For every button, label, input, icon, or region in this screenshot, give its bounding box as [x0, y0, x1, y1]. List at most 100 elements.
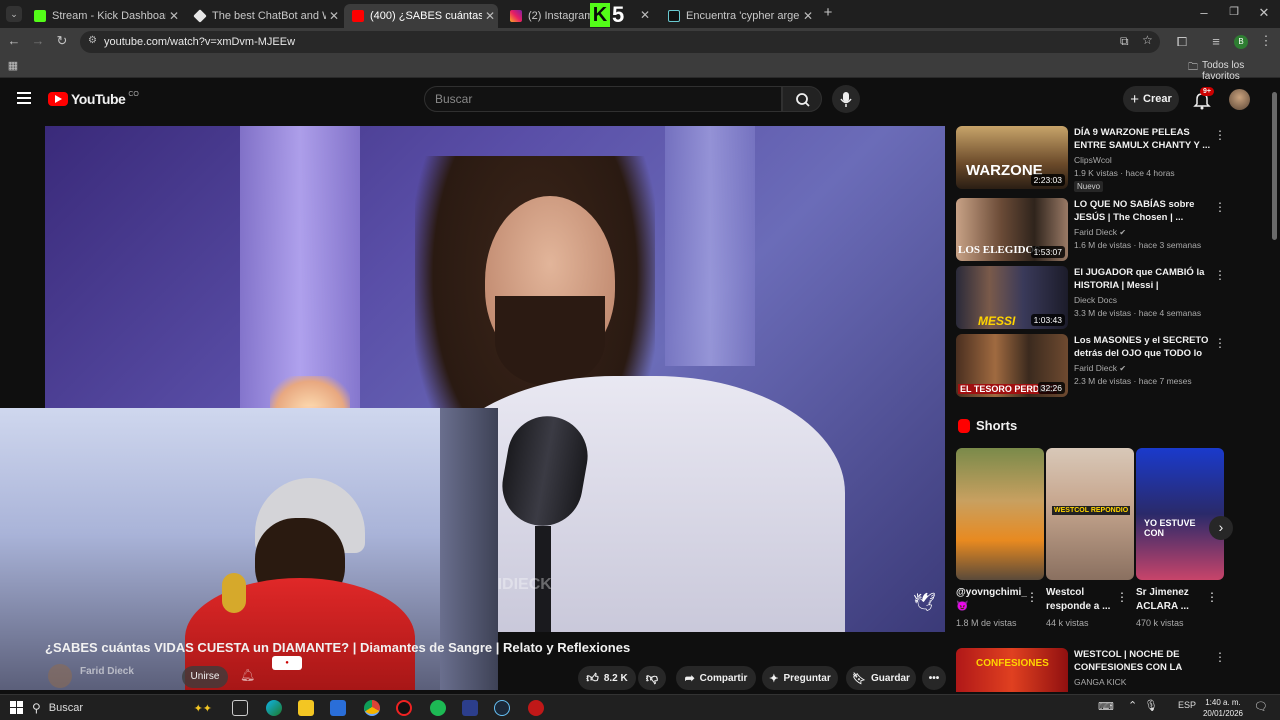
channel-name[interactable]: Farid Dieck [80, 666, 134, 677]
recommendation-channel[interactable]: GANGA KICK [1074, 677, 1126, 687]
profile-avatar[interactable]: B [1234, 35, 1248, 49]
hamburger-menu-icon[interactable] [17, 92, 31, 104]
like-button[interactable]: 👍︎ 8.2 K [578, 666, 636, 690]
more-vertical-icon[interactable]: ⋮ [1026, 590, 1038, 604]
more-vertical-icon[interactable]: ⋮ [1206, 590, 1218, 604]
short-thumbnail[interactable] [956, 448, 1044, 580]
recommendation-item[interactable]: EL TESORO PERDIDO 32:26 Los MASONES y el… [956, 334, 1226, 398]
dislike-button[interactable]: 👎︎ [638, 666, 666, 690]
more-vertical-icon[interactable]: ⋮ [1214, 268, 1226, 282]
clock[interactable]: 1:40 a. m. 20/01/2026 [1196, 697, 1250, 719]
thumbnail-text: CONFESIONES [976, 658, 1049, 669]
more-vertical-icon[interactable]: ⋮ [1214, 336, 1226, 350]
close-tab-icon[interactable]: ✕ [800, 9, 816, 23]
create-button[interactable]: + Crear [1123, 86, 1179, 112]
microphone-tray-icon[interactable]: 🎙︎ [1144, 699, 1158, 712]
more-vertical-icon[interactable]: ⋮ [1116, 590, 1128, 604]
recommendation-channel[interactable]: Farid Dieck ✔ [1074, 363, 1126, 373]
channel-avatar[interactable] [48, 664, 72, 688]
tab-search-icon[interactable]: ⌄ [6, 6, 22, 22]
share-arrow-icon: ➦ [684, 671, 695, 685]
windows-start-icon[interactable] [10, 701, 23, 714]
more-horizontal-icon: ••• [928, 672, 940, 684]
reload-icon[interactable]: ↻ [54, 33, 70, 49]
app-red-icon[interactable] [528, 700, 544, 716]
recommendation-channel[interactable]: Dieck Docs [1074, 295, 1117, 305]
ask-button[interactable]: ✦ Preguntar [762, 666, 838, 690]
edge-icon[interactable] [266, 700, 282, 716]
save-button[interactable]: 🔖︎ Guardar [846, 666, 916, 690]
recommendation-item[interactable]: WARZONE 2:23:03 DÍA 9 WARZONE PELEAS ENT… [956, 126, 1226, 192]
search-input[interactable]: Buscar [424, 86, 782, 112]
app-icon[interactable] [462, 700, 478, 716]
tab-tiktok[interactable]: Encuentra 'cypher argentina' en ✕ [660, 4, 816, 28]
create-label: Crear [1143, 93, 1172, 105]
search-button[interactable] [782, 86, 822, 112]
keyboard-icon[interactable]: ⌨ [1098, 700, 1114, 713]
spotify-icon[interactable] [430, 700, 446, 716]
extensions-icon[interactable]: ⧠ [1174, 34, 1190, 50]
new-tab-icon[interactable]: + [820, 5, 836, 20]
notification-badge: 9+ [1200, 87, 1214, 96]
chrome-taskbar-icon[interactable] [364, 700, 380, 716]
more-vertical-icon[interactable]: ⋮ [1214, 650, 1226, 664]
forward-arrow-icon[interactable]: → [30, 33, 46, 48]
share-button[interactable]: ➦ Compartir [676, 666, 756, 690]
language-indicator[interactable]: ESP [1178, 700, 1196, 710]
minimize-icon[interactable]: – [1196, 5, 1212, 20]
more-vertical-icon[interactable]: ⋮ [1214, 200, 1226, 214]
video-thumbnail[interactable]: LOS ELEGIDOS 1:53:07 [956, 198, 1068, 261]
more-vertical-icon[interactable]: ⋮ [1214, 128, 1226, 142]
short-thumbnail[interactable]: WESTCOL REPONDIO [1046, 448, 1134, 580]
steam-icon[interactable] [494, 700, 510, 716]
task-view-icon[interactable] [232, 700, 248, 716]
file-explorer-icon[interactable] [298, 700, 314, 716]
recommendation-channel[interactable]: Farid Dieck ✔ [1074, 227, 1126, 237]
close-tab-icon[interactable]: ✕ [326, 9, 342, 23]
obs-icon[interactable] [396, 700, 412, 716]
url-field[interactable]: ⚙ youtube.com/watch?v=xmDvm-MJEEw ⧉ ☆ [80, 31, 1160, 53]
tab-instagram[interactable]: (2) Instagram [502, 4, 592, 28]
recommendation-item[interactable]: LOS ELEGIDOS 1:53:07 LO QUE NO SABÍAS so… [956, 198, 1226, 262]
recommendation-item[interactable]: CONFESIONES WESTCOL | NOCHE DE CONFESION… [956, 648, 1226, 692]
shorts-next-button[interactable]: › [1209, 516, 1233, 540]
short-title[interactable]: Westcol responde a ... [1046, 586, 1126, 614]
subscribed-bell-icon[interactable]: 🔔︎ [240, 668, 255, 682]
notification-center-icon[interactable]: 🗨︎ [1254, 700, 1268, 713]
short-title[interactable]: @yovngchimi_ 😈 [956, 586, 1036, 614]
close-window-icon[interactable]: ✕ [1256, 5, 1272, 21]
taskbar-search-box[interactable]: ⚲ Buscar ✦✦ [32, 697, 212, 719]
tab-chatbot[interactable]: The best ChatBot and Widgets ✕ [186, 4, 342, 28]
video-thumbnail[interactable]: CONFESIONES [956, 648, 1068, 692]
youtube-logo[interactable]: YouTube CO [48, 91, 139, 107]
media-controls-icon[interactable]: ≡ [1208, 34, 1224, 49]
restore-icon[interactable]: ❐ [1226, 5, 1242, 18]
apps-grid-icon[interactable]: ▦ [6, 59, 20, 72]
mail-icon[interactable] [330, 700, 346, 716]
recommendation-channel[interactable]: ClipsWcol [1074, 155, 1112, 165]
tab-kick-dashboard[interactable]: Stream - Kick Dashboard ✕ [26, 4, 182, 28]
video-thumbnail[interactable]: WARZONE 2:23:03 [956, 126, 1068, 189]
install-app-icon[interactable]: ⧉ [1120, 34, 1129, 49]
voice-search-button[interactable] [832, 85, 860, 113]
tab-youtube-active[interactable]: (400) ¿SABES cuántas VIDAS CU ✕ [344, 4, 498, 28]
close-tab-icon[interactable]: ✕ [166, 9, 182, 23]
notifications-button[interactable]: 9+ [1192, 87, 1214, 110]
close-tab-icon[interactable]: ✕ [482, 9, 498, 23]
page-scrollbar-thumb[interactable] [1272, 92, 1277, 240]
chrome-menu-icon[interactable]: ⋮ [1258, 33, 1274, 49]
join-button[interactable]: Unirse [182, 666, 228, 688]
site-info-icon[interactable]: ⚙ [88, 35, 97, 46]
close-tab-icon[interactable]: ✕ [640, 8, 650, 22]
recommendation-item[interactable]: MESSI 1:03:43 El JUGADOR que CAMBIÓ la H… [956, 266, 1226, 330]
short-title[interactable]: Sr Jimenez ACLARA ... [1136, 586, 1216, 614]
chevron-up-icon[interactable]: ⌃ [1128, 699, 1137, 712]
bookmark-star-icon[interactable]: ☆ [1142, 33, 1153, 47]
short-thumbnail[interactable]: YO ESTUVE CON [1136, 448, 1224, 580]
more-actions-button[interactable]: ••• [922, 666, 946, 690]
video-thumbnail[interactable]: EL TESORO PERDIDO 32:26 [956, 334, 1068, 397]
back-arrow-icon[interactable]: ← [6, 33, 22, 48]
user-avatar[interactable] [1229, 89, 1250, 110]
all-bookmarks-folder[interactable]: 🗀 Todos los favoritos [1188, 60, 1280, 82]
video-thumbnail[interactable]: MESSI 1:03:43 [956, 266, 1068, 329]
